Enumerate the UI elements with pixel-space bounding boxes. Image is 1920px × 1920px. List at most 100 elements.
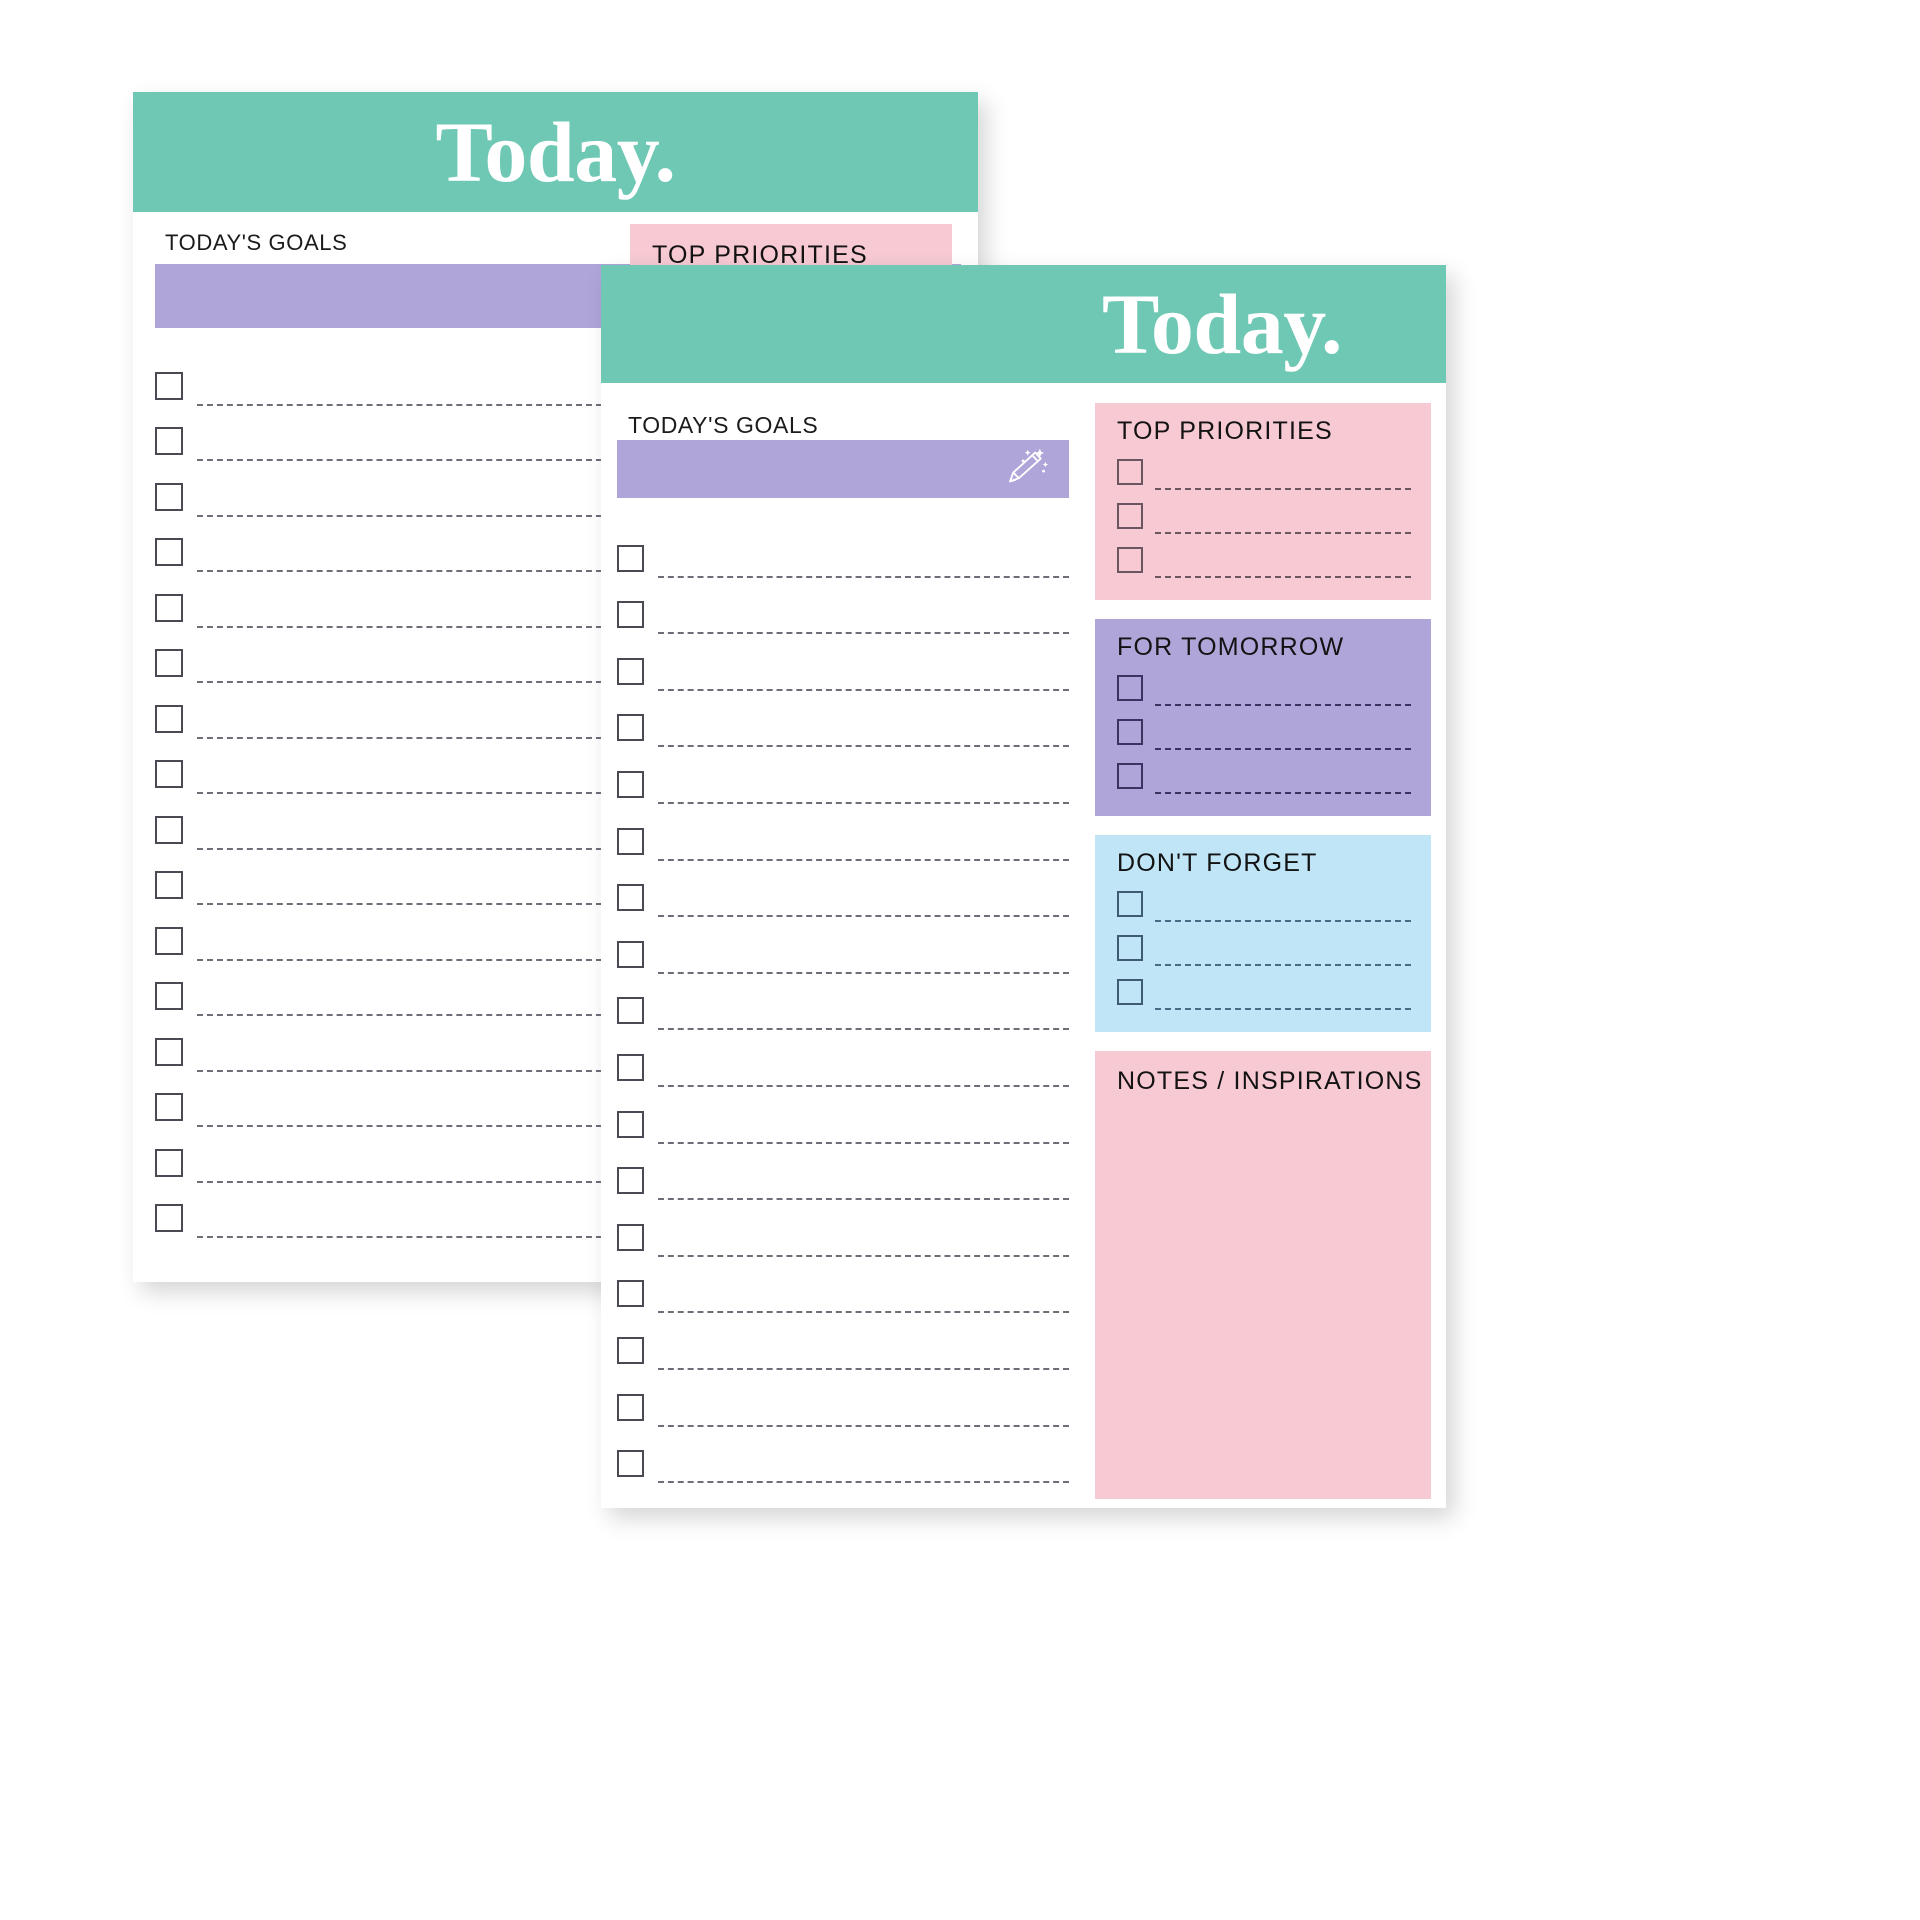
write-line[interactable] xyxy=(658,688,1069,691)
write-line[interactable] xyxy=(658,632,1069,635)
checklist-row[interactable] xyxy=(617,691,1069,748)
checklist-row[interactable] xyxy=(617,578,1069,635)
checkbox[interactable] xyxy=(1117,935,1143,961)
for-tomorrow-box[interactable]: FOR TOMORROW xyxy=(1095,619,1431,816)
checkbox[interactable] xyxy=(617,601,644,629)
checkbox[interactable] xyxy=(155,926,183,955)
checklist-row[interactable] xyxy=(617,1257,1069,1314)
write-line[interactable] xyxy=(1155,964,1411,966)
checkbox[interactable] xyxy=(155,871,183,899)
checklist-row[interactable] xyxy=(617,1030,1069,1087)
write-line[interactable] xyxy=(658,915,1069,918)
checkbox[interactable] xyxy=(617,1393,644,1421)
write-line[interactable] xyxy=(658,1084,1069,1087)
write-line[interactable] xyxy=(1155,488,1411,490)
checklist-row[interactable] xyxy=(617,1087,1069,1144)
write-line[interactable] xyxy=(658,745,1069,748)
checkbox[interactable] xyxy=(155,815,183,844)
checkbox[interactable] xyxy=(1117,675,1143,701)
checkbox[interactable] xyxy=(155,982,183,1010)
write-line[interactable] xyxy=(658,858,1069,861)
checklist-row[interactable] xyxy=(1117,966,1411,1010)
checklist-row[interactable] xyxy=(617,1313,1069,1370)
write-line[interactable] xyxy=(658,1028,1069,1031)
checkbox[interactable] xyxy=(155,1093,183,1121)
write-line[interactable] xyxy=(1155,792,1411,794)
write-line[interactable] xyxy=(658,1311,1069,1314)
checklist-row[interactable] xyxy=(617,861,1069,918)
checkbox[interactable] xyxy=(155,427,183,455)
checkbox[interactable] xyxy=(155,649,183,677)
top-priorities-box[interactable]: TOP PRIORITIES xyxy=(1095,403,1431,600)
write-line[interactable] xyxy=(658,1367,1069,1370)
checklist-row[interactable] xyxy=(1117,706,1411,750)
checkbox[interactable] xyxy=(1117,503,1143,529)
write-line[interactable] xyxy=(1155,1008,1411,1010)
checklist-row[interactable] xyxy=(617,634,1069,691)
checkbox[interactable] xyxy=(155,1204,183,1232)
checklist-row[interactable] xyxy=(617,917,1069,974)
checkbox[interactable] xyxy=(617,1053,644,1081)
checkbox[interactable] xyxy=(1117,891,1143,917)
checklist-row[interactable] xyxy=(1117,446,1411,490)
checkbox[interactable] xyxy=(155,704,183,733)
checklist-row[interactable] xyxy=(617,1427,1069,1484)
checklist-row[interactable] xyxy=(617,1370,1069,1427)
write-line[interactable] xyxy=(658,575,1069,578)
front-goals-checklist[interactable] xyxy=(617,521,1069,1484)
checkbox[interactable] xyxy=(617,1336,644,1364)
checkbox[interactable] xyxy=(1117,979,1143,1005)
checklist-row[interactable] xyxy=(617,747,1069,804)
front-notepad-card[interactable]: Today. TODAY'S GOALS TOP PRIORITIES FOR … xyxy=(601,265,1446,1508)
write-line[interactable] xyxy=(658,971,1069,974)
checkbox[interactable] xyxy=(617,1450,644,1478)
dont-forget-box[interactable]: DON'T FORGET xyxy=(1095,835,1431,1032)
checkbox[interactable] xyxy=(617,884,644,912)
checkbox[interactable] xyxy=(617,714,644,742)
notes-inspirations-box[interactable]: NOTES / INSPIRATIONS xyxy=(1095,1051,1431,1499)
write-line[interactable] xyxy=(658,1481,1069,1484)
checkbox[interactable] xyxy=(155,1148,183,1177)
checkbox[interactable] xyxy=(155,593,183,622)
write-line[interactable] xyxy=(658,1141,1069,1144)
checkbox[interactable] xyxy=(1117,547,1143,573)
checkbox[interactable] xyxy=(617,770,644,798)
checkbox[interactable] xyxy=(617,1223,644,1251)
checklist-row[interactable] xyxy=(617,521,1069,578)
write-line[interactable] xyxy=(1155,532,1411,534)
checklist-row[interactable] xyxy=(1117,662,1411,706)
checklist-row[interactable] xyxy=(617,1200,1069,1257)
checkbox[interactable] xyxy=(155,1037,183,1066)
write-line[interactable] xyxy=(1155,576,1411,578)
checkbox[interactable] xyxy=(155,482,183,511)
checkbox[interactable] xyxy=(617,827,644,855)
write-line[interactable] xyxy=(1155,704,1411,706)
checklist-row[interactable] xyxy=(1117,490,1411,534)
checkbox[interactable] xyxy=(617,1280,644,1308)
write-line[interactable] xyxy=(658,1254,1069,1257)
checkbox[interactable] xyxy=(155,760,183,788)
checklist-row[interactable] xyxy=(617,974,1069,1031)
checkbox[interactable] xyxy=(617,1167,644,1195)
write-line[interactable] xyxy=(658,1424,1069,1427)
checkbox[interactable] xyxy=(617,657,644,685)
checklist-row[interactable] xyxy=(1117,534,1411,578)
checkbox[interactable] xyxy=(155,371,183,400)
checkbox[interactable] xyxy=(1117,459,1143,485)
checkbox[interactable] xyxy=(1117,763,1143,789)
checkbox[interactable] xyxy=(617,544,644,572)
checkbox[interactable] xyxy=(617,1110,644,1138)
checkbox[interactable] xyxy=(617,940,644,968)
checklist-row[interactable] xyxy=(1117,922,1411,966)
checklist-row[interactable] xyxy=(617,1144,1069,1201)
checkbox[interactable] xyxy=(155,538,183,566)
write-line[interactable] xyxy=(1155,748,1411,750)
checklist-row[interactable] xyxy=(617,804,1069,861)
checklist-row[interactable] xyxy=(1117,750,1411,794)
write-line[interactable] xyxy=(1155,920,1411,922)
write-line[interactable] xyxy=(658,801,1069,804)
checkbox[interactable] xyxy=(617,997,644,1025)
checkbox[interactable] xyxy=(1117,719,1143,745)
write-line[interactable] xyxy=(658,1198,1069,1201)
checklist-row[interactable] xyxy=(1117,878,1411,922)
